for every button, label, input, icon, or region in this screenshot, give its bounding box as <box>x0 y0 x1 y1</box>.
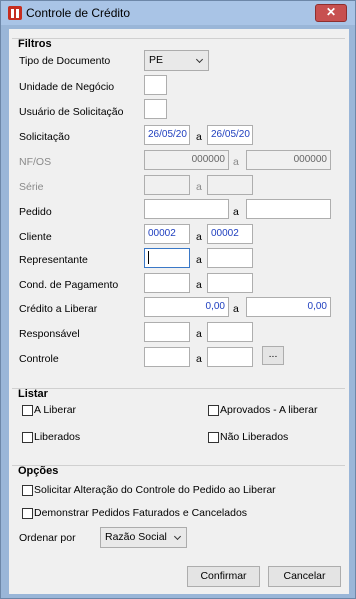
demonstrar-pedidos-checkbox[interactable]: Demonstrar Pedidos Faturados e Cancelado… <box>22 507 247 519</box>
credito-liberar-from-input[interactable]: 0,00 <box>144 297 229 317</box>
confirmar-button[interactable]: Confirmar <box>187 566 260 587</box>
pedido-from-input[interactable] <box>144 199 229 219</box>
serie-from-input <box>144 175 190 195</box>
controle-from-input[interactable] <box>144 347 190 367</box>
checkbox-box[interactable] <box>208 431 219 443</box>
liberados-label: Liberados <box>34 431 81 443</box>
listar-title: Listar <box>18 388 48 400</box>
cliente-from-input[interactable]: 00002 <box>144 224 190 244</box>
solicitacao-from-input[interactable]: 26/05/20 <box>144 125 190 145</box>
unidade-negocio-input[interactable] <box>144 75 167 95</box>
usuario-solicitacao-label: Usuário de Solicitação <box>19 106 124 118</box>
pedido-label: Pedido <box>19 206 52 218</box>
tipo-documento-select[interactable]: PE <box>144 50 209 71</box>
responsavel-label: Responsável <box>19 328 80 340</box>
responsavel-to-input[interactable] <box>207 322 253 342</box>
chevron-down-icon <box>173 532 182 541</box>
range-separator: a <box>233 156 239 168</box>
cliente-to-input[interactable]: 00002 <box>207 224 253 244</box>
title-bar[interactable]: Controle de Crédito ✕ <box>1 1 355 25</box>
controle-credito-window: Controle de Crédito ✕ Filtros Tipo de Do… <box>0 0 356 599</box>
chevron-down-icon <box>195 55 204 64</box>
opcoes-title: Opções <box>18 465 59 477</box>
checkbox-box[interactable] <box>22 404 33 416</box>
representante-label: Representante <box>19 254 88 266</box>
liberados-checkbox[interactable]: Liberados <box>22 431 80 443</box>
serie-to-input <box>207 175 253 195</box>
responsavel-from-input[interactable] <box>144 322 190 342</box>
solicitacao-label: Solicitação <box>19 131 70 143</box>
range-separator: a <box>196 328 202 340</box>
usuario-solicitacao-input[interactable] <box>144 99 167 119</box>
window-title: Controle de Crédito <box>26 6 131 20</box>
a-liberar-checkbox[interactable]: A Liberar <box>22 404 76 416</box>
checkbox-box[interactable] <box>208 404 219 416</box>
representante-to-input[interactable] <box>207 248 253 268</box>
range-separator: a <box>196 131 202 143</box>
range-separator: a <box>233 303 239 315</box>
demonstrar-pedidos-label: Demonstrar Pedidos Faturados e Cancelado… <box>34 507 248 519</box>
credito-liberar-label: Crédito a Liberar <box>19 303 98 315</box>
nf-os-to-input: 000000 <box>246 150 331 170</box>
range-separator: a <box>196 254 202 266</box>
aprovados-a-liberar-checkbox[interactable]: Aprovados - A liberar <box>208 404 317 416</box>
controle-label: Controle <box>19 353 59 365</box>
filtros-title: Filtros <box>18 38 52 50</box>
cond-pagamento-to-input[interactable] <box>207 273 253 293</box>
checkbox-box[interactable] <box>22 431 33 443</box>
text-caret <box>148 250 149 264</box>
credito-liberar-to-input[interactable]: 0,00 <box>246 297 331 317</box>
solicitacao-to-input[interactable]: 26/05/20 <box>207 125 253 145</box>
dialog-body: Filtros Tipo de Documento PE Unidade de … <box>9 29 349 594</box>
close-button[interactable]: ✕ <box>315 4 347 22</box>
a-liberar-label: A Liberar <box>34 404 77 416</box>
app-logo-icon <box>8 6 22 20</box>
controle-to-input[interactable] <box>207 347 253 367</box>
nao-liberados-label: Não Liberados <box>220 431 289 443</box>
solicitar-alteracao-checkbox[interactable]: Solicitar Alteração do Controle do Pedid… <box>22 484 276 496</box>
pedido-to-input[interactable] <box>246 199 331 219</box>
ordenar-por-value: Razão Social <box>105 531 167 543</box>
cond-pagamento-label: Cond. de Pagamento <box>19 279 119 291</box>
ordenar-por-label: Ordenar por <box>19 532 76 544</box>
checkbox-box[interactable] <box>22 507 33 519</box>
tipo-documento-label: Tipo de Documento <box>19 55 111 67</box>
range-separator: a <box>196 279 202 291</box>
cliente-label: Cliente <box>19 231 52 243</box>
representante-from-input[interactable] <box>144 248 190 268</box>
range-separator: a <box>196 231 202 243</box>
checkbox-box[interactable] <box>22 484 33 496</box>
cancelar-button[interactable]: Cancelar <box>268 566 341 587</box>
ordenar-por-select[interactable]: Razão Social <box>100 527 187 548</box>
range-separator: a <box>196 181 202 193</box>
nao-liberados-checkbox[interactable]: Não Liberados <box>208 431 288 443</box>
tipo-documento-value: PE <box>149 54 164 66</box>
controle-browse-button[interactable]: ... <box>262 346 284 365</box>
cond-pagamento-from-input[interactable] <box>144 273 190 293</box>
nf-os-label: NF/OS <box>19 156 52 168</box>
aprovados-a-liberar-label: Aprovados - A liberar <box>220 404 318 416</box>
serie-label: Série <box>19 181 44 193</box>
solicitar-alteracao-label: Solicitar Alteração do Controle do Pedid… <box>34 484 276 496</box>
range-separator: a <box>233 206 239 218</box>
unidade-negocio-label: Unidade de Negócio <box>19 81 115 93</box>
nf-os-from-input: 000000 <box>144 150 229 170</box>
range-separator: a <box>196 353 202 365</box>
